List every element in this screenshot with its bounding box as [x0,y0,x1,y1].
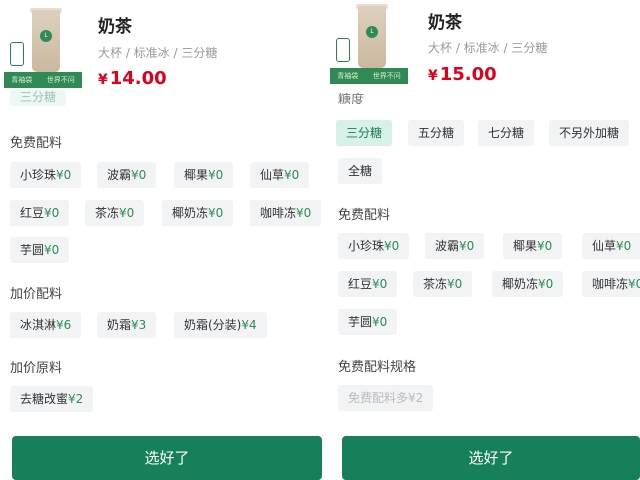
topping-chip[interactable]: 仙草¥0 [582,233,640,259]
topping-chip[interactable]: 小珍珠¥0 [10,162,82,188]
topping-chip[interactable]: 椰奶冻¥0 [492,271,564,297]
product-price: ¥14.00 [98,68,167,89]
topping-chip[interactable]: 波霸¥0 [425,233,485,259]
sugar-option-chip[interactable]: 七分糖 [478,120,535,146]
product-image: L 青袖袋 世界不问 [330,4,408,86]
product-spec: 大杯 / 标准冰 / 三分糖 [428,41,548,55]
topping-chip[interactable]: 茶冻¥0 [413,271,473,297]
confirm-button[interactable]: 选好了 [342,436,640,480]
topping-chip[interactable]: 咖啡冻¥0 [582,271,640,297]
decoration-icon [10,42,24,66]
sugar-option-chip[interactable]: 不另外加糖 [549,120,630,146]
brand-logo-icon: L [366,26,378,38]
image-band: 青袖袋 世界不问 [330,68,408,84]
product-image: L 青袖袋 世界不问 [4,8,82,90]
topping-chip[interactable]: 波霸¥0 [97,162,157,188]
sugar-option-chip-selected[interactable]: 三分糖 [336,120,393,146]
free-topping-spec-chip: 免费配料多¥2 [338,385,434,411]
paid-ingredient-chip[interactable]: 去糖改蜜¥2 [10,386,94,412]
topping-chip[interactable]: 椰奶冻¥0 [162,200,234,226]
image-band: 青袖袋 世界不问 [4,72,82,88]
product-title: 奶茶 [428,13,462,33]
paid-topping-chip[interactable]: 奶霜¥3 [97,312,157,338]
topping-chip[interactable]: 椰果¥0 [174,162,234,188]
section-title: 加价配料 [10,287,63,302]
sugar-option-chip[interactable]: 五分糖 [408,120,465,146]
topping-chip[interactable]: 红豆¥0 [338,271,398,297]
sugar-option-chip[interactable]: 全糖 [338,158,383,184]
brand-logo-icon: L [40,30,52,42]
sugar-level-label: 糖度 [338,93,365,104]
paid-topping-chip[interactable]: 冰淇淋¥6 [10,312,82,338]
topping-chip[interactable]: 小珍珠¥0 [338,233,410,259]
topping-chip[interactable]: 仙草¥0 [250,162,310,188]
topping-chip[interactable]: 咖啡冻¥0 [250,200,322,226]
product-price: ¥15.00 [428,64,497,85]
sugar-chip-partial[interactable]: 三分糖 [10,90,67,106]
topping-chip[interactable]: 红豆¥0 [10,200,70,226]
topping-chip[interactable]: 椰果¥0 [503,233,563,259]
topping-chip[interactable]: 芋圆¥0 [338,309,398,335]
section-title: 免费配料规格 [338,360,417,375]
section-title: 加价原料 [10,361,63,376]
product-title: 奶茶 [98,17,132,37]
left-product-panel: L 青袖袋 世界不问 奶茶 大杯 / 标准冰 / 三分糖 ¥14.00 三分糖 … [0,0,322,480]
topping-chip[interactable]: 茶冻¥0 [85,200,145,226]
section-title: 免费配料 [338,208,391,223]
section-title: 免费配料 [10,136,63,151]
product-spec: 大杯 / 标准冰 / 三分糖 [98,46,218,60]
topping-chip[interactable]: 芋圆¥0 [10,237,70,263]
panel-divider [322,0,330,480]
confirm-button[interactable]: 选好了 [12,436,322,480]
paid-topping-chip[interactable]: 奶霜(分装)¥4 [174,312,267,338]
decoration-icon [336,38,350,62]
right-product-panel: L 青袖袋 世界不问 奶茶 大杯 / 标准冰 / 三分糖 ¥15.00 糖度 三… [330,0,640,480]
